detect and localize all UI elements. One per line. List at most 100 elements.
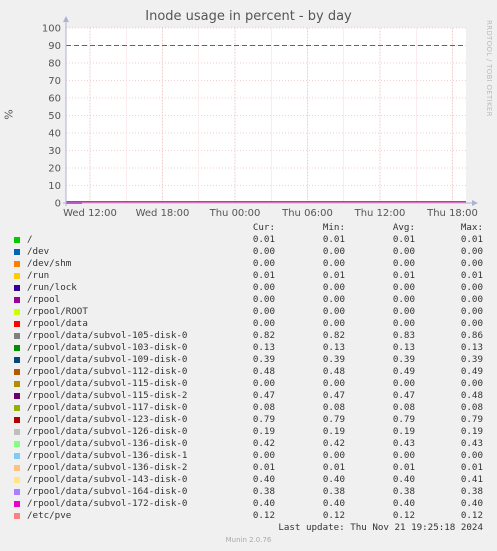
- legend-row: /rpool/data/subvol-109-disk-0 0.39 0.39 0.3…: [10, 354, 488, 366]
- legend-value-cur: 0.00: [252, 294, 275, 305]
- legend-value-cur: 0.00: [252, 378, 275, 389]
- legend-swatch: [14, 393, 20, 399]
- legend-row: /rpool/data/subvol-126-disk-0 0.19 0.19 0.1…: [10, 426, 488, 438]
- legend-swatch: [14, 369, 20, 375]
- legend-row: /rpool/data/subvol-136-disk-2 0.01 0.01 0.0…: [10, 462, 488, 474]
- legend-series-name: /rpool/data/subvol-115-disk-2: [27, 390, 188, 401]
- legend-series-name: /rpool/data/subvol-115-disk-0: [27, 378, 188, 389]
- legend-value-cur: 0.38: [252, 486, 275, 497]
- last-update: Last update: Thu Nov 21 19:25:18 2024: [278, 522, 483, 533]
- legend-series-name: /etc/pve: [27, 510, 72, 521]
- legend-value-min: 0.01: [322, 270, 345, 281]
- legend-value-cur: 0.40: [252, 498, 275, 509]
- legend-series-name: /rpool/data/subvol-109-disk-0: [27, 354, 188, 365]
- legend-column-header: Cur:: [252, 222, 275, 233]
- legend-swatch: [14, 345, 20, 351]
- legend-value-avg: 0.43: [392, 438, 415, 449]
- legend-row: /dev/shm 0.00 0.00 0.00 0.00: [10, 258, 488, 270]
- legend-row: /rpool/data/subvol-136-disk-0 0.42 0.42 0.4…: [10, 438, 488, 450]
- x-axis-arrow: [472, 200, 478, 206]
- plot-area: 0 10 20 30 40 50 60 70 80 90 100 Wed 12:00 Wed 18:00…: [42, 16, 478, 219]
- x-tick-label: Thu 18:00: [426, 208, 478, 219]
- legend-swatch: [14, 453, 20, 459]
- legend-swatch: [14, 357, 20, 363]
- legend-value-avg: 0.00: [392, 318, 415, 329]
- legend-value-cur: 0.48: [252, 366, 275, 377]
- legend-row: /rpool/data/subvol-117-disk-0 0.08 0.08 0.0…: [10, 402, 488, 414]
- legend-value-min: 0.39: [322, 354, 345, 365]
- y-tick-label: 20: [48, 164, 61, 175]
- legend-row: /rpool/data/subvol-164-disk-0 0.38 0.38 0.3…: [10, 486, 488, 498]
- legend-swatch: [14, 309, 20, 315]
- legend-value-min: 0.00: [322, 378, 345, 389]
- legend-value-avg: 0.08: [392, 402, 415, 413]
- legend-row: /rpool/data/subvol-172-disk-0 0.40 0.40 0.4…: [10, 498, 488, 510]
- legend-value-max: 0.01: [460, 462, 483, 473]
- legend-series-name: /rpool: [27, 294, 61, 305]
- legend-value-max: 0.49: [460, 366, 483, 377]
- legend-value-avg: 0.83: [392, 330, 415, 341]
- legend-series-name: /rpool/data/subvol-172-disk-0: [27, 498, 188, 509]
- legend-column-header: Max:: [460, 222, 483, 233]
- legend-series-name: /rpool/data/subvol-136-disk-1: [27, 450, 188, 461]
- legend-value-max: 0.79: [460, 414, 483, 425]
- legend-series-name: /run/lock: [27, 282, 77, 293]
- legend-value-min: 0.00: [322, 258, 345, 269]
- legend-value-avg: 0.79: [392, 414, 415, 425]
- legend-series-name: /rpool/data: [27, 318, 88, 329]
- legend-swatch: [14, 321, 20, 327]
- legend-value-avg: 0.01: [392, 234, 415, 245]
- legend-row: /rpool/ROOT 0.00 0.00 0.00 0.00: [10, 306, 488, 318]
- legend-swatch: [14, 465, 20, 471]
- legend-series-name: /dev: [27, 246, 50, 257]
- legend-value-max: 0.12: [460, 510, 483, 521]
- legend-swatch: [14, 441, 20, 447]
- legend-value-avg: 0.00: [392, 258, 415, 269]
- legend-value-max: 0.08: [460, 402, 483, 413]
- legend-value-min: 0.00: [322, 282, 345, 293]
- y-axis-arrow: [63, 16, 69, 22]
- legend-value-max: 0.01: [460, 270, 483, 281]
- legend-value-cur: 0.79: [252, 414, 275, 425]
- legend-value-min: 0.01: [322, 234, 345, 245]
- legend-value-cur: 0.82: [252, 330, 275, 341]
- legend: Cur: Min: Avg: Max: / 0.01 0.01 0.01 0.01/dev 0.0…: [10, 222, 488, 522]
- legend-series-name: /dev/shm: [27, 258, 72, 269]
- legend-row: /rpool/data/subvol-123-disk-0 0.79 0.79 0.7…: [10, 414, 488, 426]
- legend-value-min: 0.79: [322, 414, 345, 425]
- legend-swatch: [14, 273, 20, 279]
- legend-series-name: /rpool/data/subvol-117-disk-0: [27, 402, 188, 413]
- x-tick-label: Thu 06:00: [281, 208, 333, 219]
- legend-value-avg: 0.12: [392, 510, 415, 521]
- legend-swatch: [14, 333, 20, 339]
- legend-row: /etc/pve 0.12 0.12 0.12 0.12: [10, 510, 488, 522]
- legend-value-cur: 0.47: [252, 390, 275, 401]
- legend-swatch: [14, 429, 20, 435]
- legend-row: /rpool/data/subvol-112-disk-0 0.48 0.48 0.4…: [10, 366, 488, 378]
- legend-series-name: /run: [27, 270, 50, 281]
- legend-row: /rpool/data/subvol-136-disk-1 0.00 0.00 0.0…: [10, 450, 488, 462]
- legend-column-header: Avg:: [392, 222, 415, 233]
- legend-value-avg: 0.40: [392, 498, 415, 509]
- legend-value-avg: 0.01: [392, 270, 415, 281]
- legend-swatch: [14, 405, 20, 411]
- legend-value-avg: 0.00: [392, 246, 415, 257]
- legend-swatch: [14, 477, 20, 483]
- legend-series-name: /rpool/data/subvol-126-disk-0: [27, 426, 188, 437]
- legend-value-min: 0.40: [322, 498, 345, 509]
- x-tick-label: Thu 00:00: [209, 208, 261, 219]
- legend-series-name: /rpool/data/subvol-103-disk-0: [27, 342, 188, 353]
- legend-value-min: 0.40: [322, 474, 345, 485]
- legend-series-name: /rpool/data/subvol-136-disk-2: [27, 462, 188, 473]
- legend-value-max: 0.00: [460, 450, 483, 461]
- y-tick-label: 100: [42, 24, 61, 35]
- y-tick-label: 30: [48, 146, 61, 157]
- legend-row: /run/lock 0.00 0.00 0.00 0.00: [10, 282, 488, 294]
- legend-row: /rpool/data/subvol-103-disk-0 0.13 0.13 0.1…: [10, 342, 488, 354]
- legend-value-cur: 0.00: [252, 306, 275, 317]
- legend-value-avg: 0.49: [392, 366, 415, 377]
- legend-value-min: 0.13: [322, 342, 345, 353]
- legend-value-cur: 0.00: [252, 282, 275, 293]
- legend-column-header: Min:: [322, 222, 345, 233]
- legend-value-min: 0.47: [322, 390, 345, 401]
